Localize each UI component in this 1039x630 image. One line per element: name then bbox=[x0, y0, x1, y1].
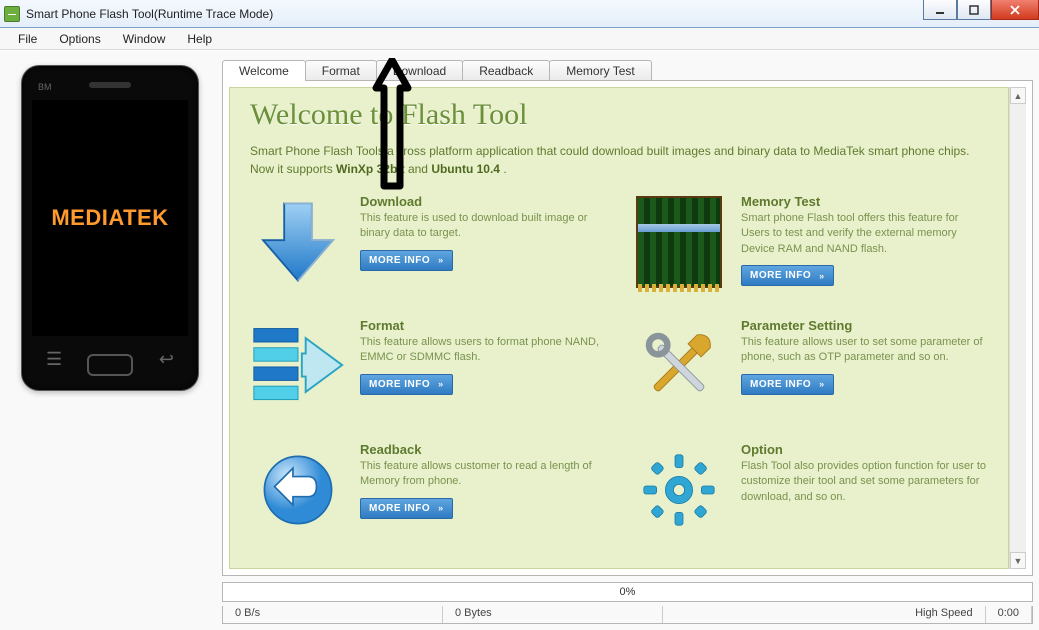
gear-icon bbox=[631, 442, 727, 538]
window-titlebar: Smart Phone Flash Tool(Runtime Trace Mod… bbox=[0, 0, 1039, 28]
window-title: Smart Phone Flash Tool(Runtime Trace Mod… bbox=[26, 7, 273, 21]
phone-illustration: BM MEDIATEK ☰ ↩ bbox=[21, 65, 199, 391]
welcome-panel: Welcome to Flash Tool Smart Phone Flash … bbox=[229, 87, 1009, 569]
feature-memory-title: Memory Test bbox=[741, 194, 988, 209]
chevron-right-icon: » bbox=[819, 271, 825, 281]
feature-parameter: Parameter Setting This feature allows us… bbox=[631, 318, 988, 414]
feature-memory-desc: Smart phone Flash tool offers this featu… bbox=[741, 211, 988, 257]
more-info-label: MORE INFO bbox=[750, 270, 811, 281]
more-info-memory[interactable]: MORE INFO » bbox=[741, 265, 834, 286]
more-info-label: MORE INFO bbox=[369, 255, 430, 266]
sidebar: BM MEDIATEK ☰ ↩ bbox=[6, 57, 214, 624]
memory-module-icon bbox=[631, 194, 727, 290]
menu-window[interactable]: Window bbox=[113, 30, 176, 48]
more-info-parameter[interactable]: MORE INFO » bbox=[741, 374, 834, 395]
tab-welcome[interactable]: Welcome bbox=[222, 60, 306, 81]
download-arrow-icon bbox=[250, 194, 346, 290]
feature-parameter-desc: This feature allows user to set some par… bbox=[741, 335, 988, 366]
phone-earpiece bbox=[89, 82, 131, 88]
chevron-right-icon: » bbox=[438, 255, 444, 265]
feature-option-desc: Flash Tool also provides option function… bbox=[741, 459, 988, 505]
status-rate: 0 B/s bbox=[223, 606, 443, 623]
welcome-heading: Welcome to Flash Tool bbox=[250, 98, 988, 132]
status-time: 0:00 bbox=[986, 606, 1032, 623]
phone-softkey-left-icon: ☰ bbox=[46, 349, 62, 370]
menu-options[interactable]: Options bbox=[49, 30, 110, 48]
more-info-format[interactable]: MORE INFO » bbox=[360, 374, 453, 395]
chevron-right-icon: » bbox=[438, 503, 444, 513]
tools-icon bbox=[631, 318, 727, 414]
main-area: BM MEDIATEK ☰ ↩ Welcome Format Download … bbox=[0, 50, 1039, 630]
phone-home-button bbox=[87, 354, 133, 376]
scroll-up-icon[interactable]: ▲ bbox=[1010, 87, 1026, 104]
tab-content: Welcome to Flash Tool Smart Phone Flash … bbox=[222, 80, 1033, 576]
more-info-label: MORE INFO bbox=[369, 503, 430, 514]
intro-text-2: and bbox=[408, 162, 431, 176]
maximize-button[interactable] bbox=[957, 0, 991, 20]
close-button[interactable] bbox=[991, 0, 1039, 20]
progress-percent: 0% bbox=[620, 586, 636, 598]
chevron-right-icon: » bbox=[438, 379, 444, 389]
feature-readback: Readback This feature allows customer to… bbox=[250, 442, 607, 538]
menu-bar: File Options Window Help bbox=[0, 28, 1039, 50]
menu-help[interactable]: Help bbox=[177, 30, 222, 48]
minimize-button[interactable] bbox=[923, 0, 957, 20]
feature-readback-title: Readback bbox=[360, 442, 607, 457]
welcome-intro: Smart Phone Flash Tools a cross platform… bbox=[250, 142, 988, 178]
feature-download: Download This feature is used to downloa… bbox=[250, 194, 607, 290]
feature-download-title: Download bbox=[360, 194, 607, 209]
status-mode: High Speed bbox=[903, 606, 986, 623]
phone-corner-label: BM bbox=[38, 82, 52, 92]
tab-format[interactable]: Format bbox=[305, 60, 377, 81]
tab-readback[interactable]: Readback bbox=[462, 60, 550, 81]
tab-download[interactable]: Download bbox=[376, 60, 463, 81]
feature-format: Format This feature allows users to form… bbox=[250, 318, 607, 414]
menu-file[interactable]: File bbox=[8, 30, 47, 48]
chevron-right-icon: » bbox=[819, 379, 825, 389]
more-info-readback[interactable]: MORE INFO » bbox=[360, 498, 453, 519]
work-area: Welcome Format Download Readback Memory … bbox=[222, 57, 1033, 624]
more-info-label: MORE INFO bbox=[750, 379, 811, 390]
feature-download-desc: This feature is used to download built i… bbox=[360, 211, 607, 242]
app-icon bbox=[4, 6, 20, 22]
intro-text-3: . bbox=[503, 162, 506, 176]
phone-softkey-right-icon: ↩ bbox=[159, 349, 174, 370]
feature-readback-desc: This feature allows customer to read a l… bbox=[360, 459, 607, 490]
progress-bar: 0% bbox=[222, 582, 1033, 602]
feature-memory-test: Memory Test Smart phone Flash tool offer… bbox=[631, 194, 988, 290]
feature-option: Option Flash Tool also provides option f… bbox=[631, 442, 988, 538]
back-arrow-icon bbox=[250, 442, 346, 538]
status-bar: 0 B/s 0 Bytes High Speed 0:00 bbox=[222, 606, 1033, 624]
feature-option-title: Option bbox=[741, 442, 988, 457]
intro-bold-1: WinXp 32bit bbox=[336, 162, 405, 176]
phone-screen: MEDIATEK bbox=[32, 100, 188, 336]
format-icon bbox=[250, 318, 346, 414]
status-bytes: 0 Bytes bbox=[443, 606, 663, 623]
feature-parameter-title: Parameter Setting bbox=[741, 318, 988, 333]
window-controls bbox=[923, 0, 1039, 20]
phone-brand: MEDIATEK bbox=[51, 205, 168, 231]
feature-format-title: Format bbox=[360, 318, 607, 333]
more-info-download[interactable]: MORE INFO » bbox=[360, 250, 453, 271]
more-info-label: MORE INFO bbox=[369, 379, 430, 390]
feature-format-desc: This feature allows users to format phon… bbox=[360, 335, 607, 366]
scroll-down-icon[interactable]: ▼ bbox=[1010, 552, 1026, 569]
intro-bold-2: Ubuntu 10.4 bbox=[431, 162, 500, 176]
tab-memory-test[interactable]: Memory Test bbox=[549, 60, 651, 81]
feature-grid: Download This feature is used to downloa… bbox=[250, 194, 988, 538]
tab-strip: Welcome Format Download Readback Memory … bbox=[222, 57, 1033, 81]
vertical-scrollbar[interactable]: ▲ ▼ bbox=[1009, 87, 1026, 569]
